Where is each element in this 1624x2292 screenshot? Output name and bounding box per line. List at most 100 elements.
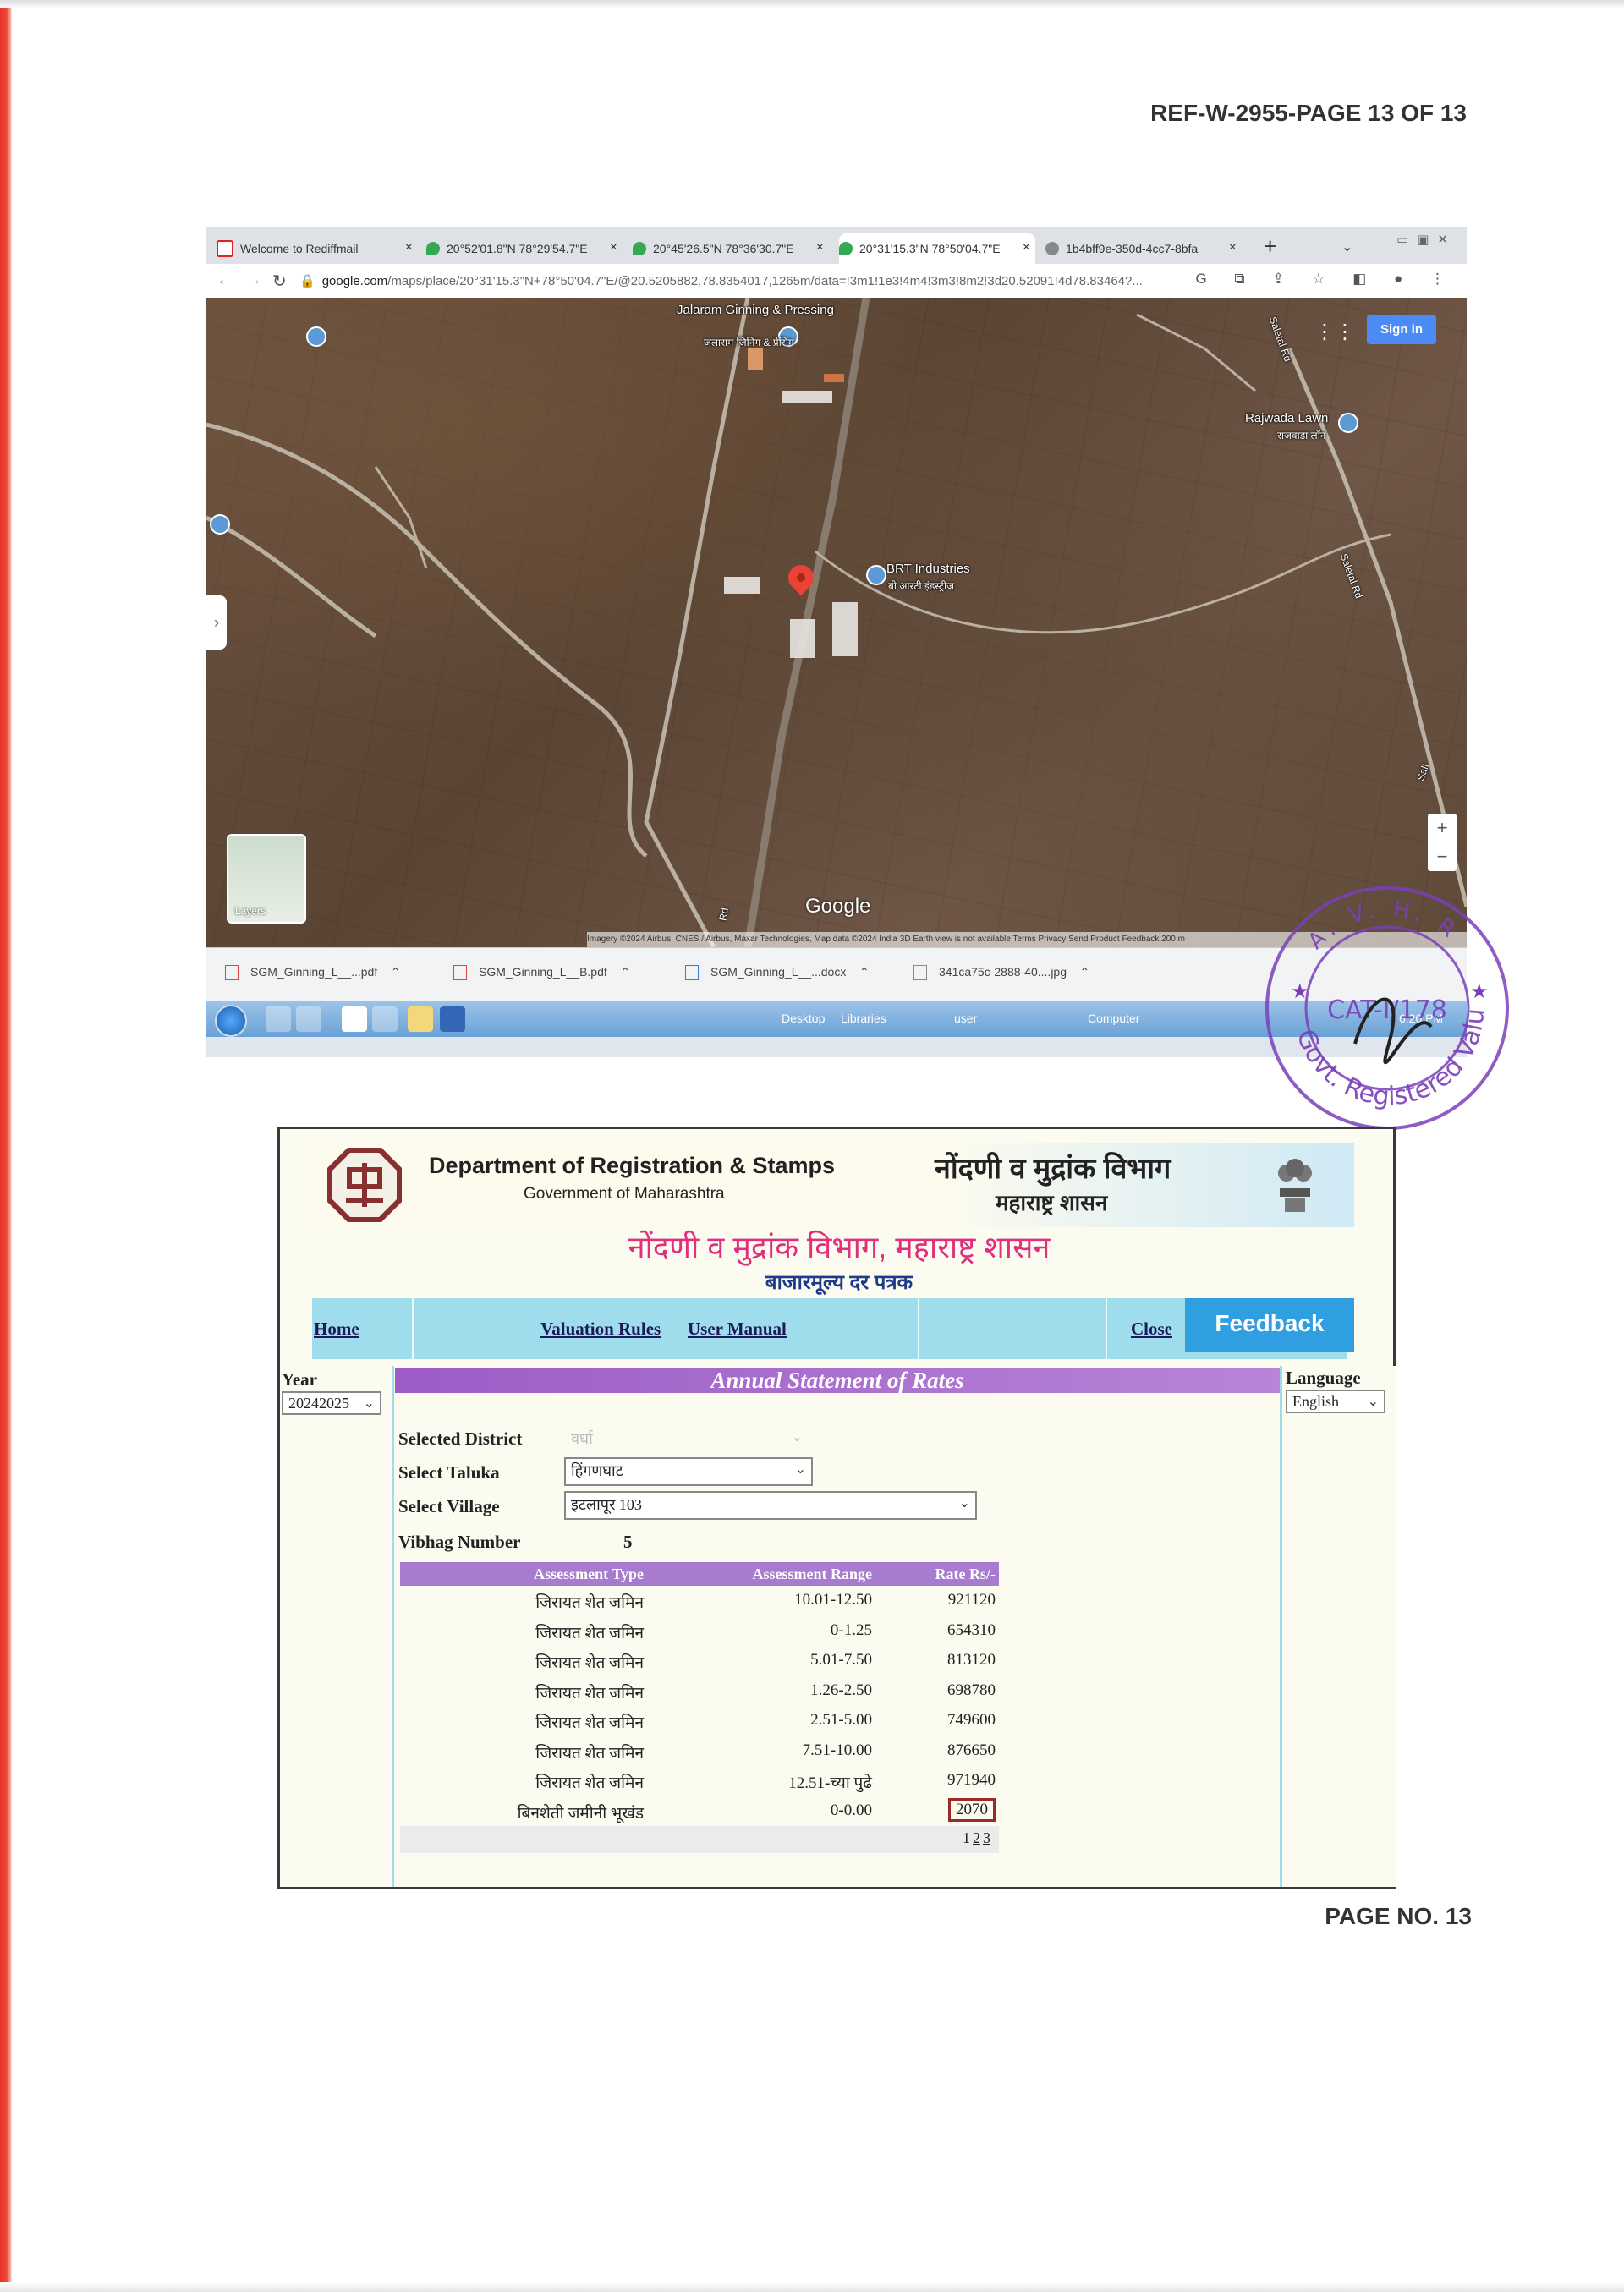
village-select[interactable]: इटलापूर 103 ⌄ <box>564 1491 977 1520</box>
chevron-down-icon: ⌄ <box>791 1430 803 1445</box>
cell-type: जिरायत शेत जमिन <box>535 1594 644 1612</box>
taskbar-user[interactable]: user <box>954 1012 977 1025</box>
cell-range: 10.01-12.50 <box>794 1591 872 1609</box>
download-item[interactable]: SGM_Ginning_L__...docx ⌃ <box>685 965 870 981</box>
collapse-side-panel-button[interactable]: › <box>206 595 227 650</box>
rates-table: Assessment Type Assessment Range Rate Rs… <box>400 1562 999 1853</box>
back-arrow-icon[interactable]: ← <box>217 271 233 290</box>
page-link[interactable]: 2 <box>973 1829 980 1846</box>
doc-file-icon <box>685 965 699 981</box>
star-icon: ★ <box>1291 980 1309 1003</box>
taskbar-libraries[interactable]: Libraries <box>841 1012 886 1025</box>
label-rajwada-lawn[interactable]: Rajwada Lawn <box>1245 411 1328 426</box>
chevron-up-icon[interactable]: ⌃ <box>381 965 401 979</box>
start-button-icon[interactable] <box>215 1005 247 1037</box>
village-value: इटलापूर 103 <box>571 1496 642 1513</box>
close-icon[interactable]: × <box>405 240 413 255</box>
chevron-up-icon[interactable]: ⌃ <box>611 965 630 979</box>
cell-rate: 813120 <box>947 1651 996 1669</box>
year-label: Year <box>282 1369 317 1390</box>
cell-range: 12.51-च्या पुढे <box>788 1774 872 1792</box>
road-label: Rd <box>716 907 731 922</box>
chrome-icon[interactable] <box>342 1006 367 1032</box>
cell-rate: 698780 <box>947 1681 996 1699</box>
chevron-down-icon: ⌄ <box>958 1496 970 1511</box>
apps-grid-icon[interactable]: ⋮⋮ <box>1314 320 1355 344</box>
taskbar-desktop[interactable]: Desktop <box>782 1012 825 1025</box>
forward-arrow-icon[interactable]: → <box>245 271 262 290</box>
satellite-map[interactable]: › Jalaram Ginning & Pressing जलाराम जिनि… <box>206 298 1467 947</box>
cell-type: जिरायत शेत जमिन <box>535 1744 644 1763</box>
chevron-up-icon[interactable]: ⌃ <box>1070 965 1090 979</box>
tab-search-chevron-icon[interactable]: ⌄ <box>1341 239 1352 255</box>
statement-title-bar: Annual Statement of Rates <box>395 1368 1280 1393</box>
nav-separator <box>412 1298 414 1359</box>
download-item[interactable]: 341ca75c-2888-40....jpg ⌃ <box>914 965 1090 981</box>
place-marker-icon[interactable] <box>866 565 886 585</box>
cell-range: 0-1.25 <box>830 1620 872 1639</box>
cell-rate: 921120 <box>947 1591 996 1609</box>
table-row: जिरायत शेत जमिन 5.01-7.50 813120 <box>400 1646 999 1676</box>
download-item[interactable]: SGM_Ginning_L__B.pdf ⌃ <box>453 965 630 981</box>
chevron-down-icon: ⌄ <box>363 1396 375 1411</box>
media-icon[interactable] <box>296 1006 321 1032</box>
folder-icon[interactable] <box>408 1006 433 1032</box>
place-marker-icon[interactable] <box>210 514 230 535</box>
close-icon[interactable]: × <box>610 240 617 255</box>
header-rate: Rate Rs/- <box>935 1565 996 1582</box>
close-icon[interactable]: × <box>816 240 824 255</box>
layers-button[interactable]: Layers <box>227 834 306 924</box>
reload-icon[interactable]: ↻ <box>272 271 287 292</box>
taluka-select[interactable]: हिंगणघाट ⌄ <box>564 1457 813 1486</box>
tab-image[interactable]: 1b4bff9e-350d-4cc7-8bfa × <box>1045 233 1242 264</box>
language-select[interactable]: English ⌄ <box>1286 1390 1385 1413</box>
place-marker-icon[interactable] <box>1338 413 1358 433</box>
feedback-button[interactable]: Feedback <box>1185 1298 1354 1352</box>
igr-navbar: Home Valuation Rules User Manual Close F… <box>312 1298 1354 1359</box>
dept-name-mr: नोंदणी व मुद्रांक विभाग <box>935 1153 1171 1185</box>
tab-rediffmail[interactable]: Welcome to Rediffmail × <box>217 233 418 264</box>
taskbar-computer[interactable]: Computer <box>1088 1012 1139 1025</box>
chevron-up-icon[interactable]: ⌃ <box>849 965 870 979</box>
place-marker-icon[interactable] <box>306 326 326 347</box>
label-jalaram[interactable]: Jalaram Ginning & Pressing <box>677 303 834 318</box>
tab-label: 20°45'26.5"N 78°36'30.7"E <box>653 242 794 255</box>
maps-pin-icon <box>839 242 853 255</box>
label-brt-marathi: बी आरटी इंडस्ट्रीज <box>888 580 954 592</box>
district-value: वर्धा <box>571 1430 593 1447</box>
tab-coord-1[interactable]: 20°52'01.8"N 78°29'54.7"E × <box>426 233 623 264</box>
sign-in-button[interactable]: Sign in <box>1367 315 1436 344</box>
page-link[interactable]: 3 <box>983 1829 990 1846</box>
app-icon[interactable] <box>440 1006 465 1032</box>
page-link-current[interactable]: 1 <box>963 1829 970 1846</box>
tab-coord-2[interactable]: 20°45'26.5"N 78°36'30.7"E × <box>633 233 829 264</box>
nav-home-link[interactable]: Home <box>314 1319 359 1340</box>
layers-label: Layers <box>235 905 266 917</box>
label-brt-industries[interactable]: BRT Industries <box>886 562 970 577</box>
new-tab-button[interactable]: + <box>1264 233 1276 260</box>
explorer-icon[interactable] <box>266 1006 291 1032</box>
toolbar-icons[interactable]: G ⧉ ⇪ ☆ ◧ ● ⋮ <box>1195 271 1457 288</box>
nav-close-link[interactable]: Close <box>1131 1319 1172 1340</box>
nav-user-manual-link[interactable]: User Manual <box>688 1319 787 1340</box>
close-icon[interactable]: × <box>1023 240 1030 255</box>
language-column: Language English ⌄ <box>1280 1366 1396 1887</box>
firefox-icon[interactable] <box>372 1006 398 1032</box>
download-item[interactable]: SGM_Ginning_L__...pdf ⌃ <box>225 965 401 981</box>
vibhag-value: 5 <box>623 1532 633 1552</box>
nav-valuation-rules-link[interactable]: Valuation Rules <box>540 1319 661 1340</box>
pdf-file-icon <box>453 965 467 981</box>
page-number: PAGE NO. 13 <box>1325 1903 1472 1929</box>
page-bottom-edge <box>0 2282 1624 2292</box>
url-field[interactable]: 🔒 google.com/maps/place/20°31'15.3"N+78°5… <box>299 271 1213 293</box>
tab-coord-3[interactable]: 20°31'15.3"N 78°50'04.7"E × <box>839 233 1035 264</box>
vibhag-label: Vibhag Number <box>398 1532 521 1552</box>
url-host: google.com <box>321 274 388 288</box>
year-select[interactable]: 20242025 ⌄ <box>282 1391 381 1415</box>
window-controls[interactable]: ▭▣✕ <box>1396 232 1457 247</box>
maps-pin-icon <box>426 242 440 255</box>
close-icon[interactable]: × <box>1229 240 1237 255</box>
rates-table-header: Assessment Type Assessment Range Rate Rs… <box>400 1562 999 1586</box>
label-rajwada-marathi: राजवाडा लॉन <box>1277 430 1326 441</box>
zoom-controls[interactable]: + − <box>1428 814 1457 871</box>
